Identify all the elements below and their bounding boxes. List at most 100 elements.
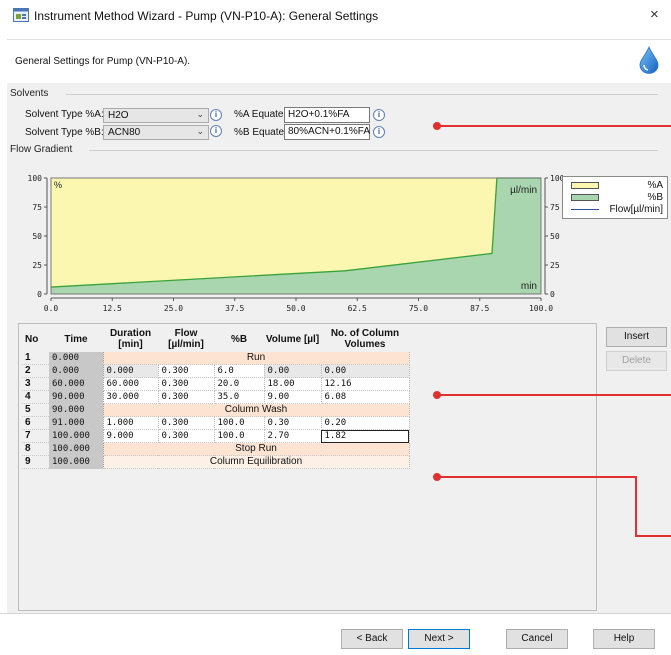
duration-cell[interactable]: 1.000	[103, 416, 159, 430]
legend-label-a: %A	[647, 180, 663, 191]
equate-a-label: %A Equate:	[234, 109, 287, 120]
flow-cell[interactable]: 0.300	[158, 416, 215, 430]
solvents-group-label: Solvents	[10, 88, 53, 99]
gradient-group-divider	[89, 150, 658, 151]
program-grid: No Time Duration [min] Flow [µl/min] %B …	[22, 326, 410, 469]
delete-button[interactable]: Delete	[606, 351, 667, 371]
duration-cell[interactable]: 9.000	[103, 429, 159, 443]
equate-b-label: %B Equate:	[234, 127, 287, 138]
duration-cell[interactable]: 30.000	[103, 390, 159, 404]
x-tick-label: 25.0	[164, 304, 183, 313]
window-title: Instrument Method Wizard - Pump (VN-P10-…	[34, 9, 379, 23]
x-tick-label: 50.0	[286, 304, 305, 313]
flow-cell[interactable]: 0.300	[158, 364, 215, 378]
column-volumes-cell[interactable]: 0.20	[321, 416, 410, 430]
callout-line-solvents	[437, 125, 671, 127]
row-number: 3	[22, 377, 49, 391]
equate-a-field[interactable]: H2O+0.1%FA	[284, 107, 370, 123]
solvent-type-b-select[interactable]: ACN80 ⌄	[103, 125, 209, 140]
callout-line-steps-end	[635, 535, 671, 537]
table-row[interactable]: 1 0.000 Run	[22, 352, 410, 365]
column-volumes-cell-selected[interactable]: 1.82	[321, 429, 410, 443]
gradient-program-table: No Time Duration [min] Flow [µl/min] %B …	[18, 323, 597, 611]
flow-cell[interactable]: 0.300	[158, 377, 215, 391]
flow-gradient-chart: 025507510002550751000.012.525.037.550.06…	[28, 174, 563, 313]
solvent-type-a-label: Solvent Type %A:	[25, 109, 104, 120]
row-number: 2	[22, 364, 49, 378]
table-row[interactable]: 5 90.000 Column Wash	[22, 403, 410, 417]
step-label-cell: Run	[103, 352, 410, 365]
volume-cell: 0.30	[264, 416, 322, 430]
volume-cell: 0.00	[264, 364, 322, 378]
row-number: 4	[22, 390, 49, 404]
solvents-group-divider	[66, 94, 658, 95]
flow-cell[interactable]: 0.300	[158, 390, 215, 404]
table-row[interactable]: 2 0.000 0.000 0.300 6.0 0.00 0.00	[22, 364, 410, 378]
equate-a-info-icon[interactable]: i	[373, 109, 385, 121]
solvent-type-a-select[interactable]: H2O ⌄	[103, 108, 209, 123]
column-header: No. of Column Volumes	[330, 328, 400, 350]
legend-item-flow: Flow[µl/min]	[567, 204, 667, 215]
row-number: 7	[22, 429, 49, 443]
table-row[interactable]: 8 100.000 Stop Run	[22, 442, 410, 456]
solvent-type-b-value: ACN80	[108, 127, 141, 138]
callout-line-table	[437, 394, 671, 396]
solvent-type-a-value: H2O	[108, 110, 129, 121]
duration-cell[interactable]: 60.000	[103, 377, 159, 391]
time-cell: 0.000	[49, 352, 104, 365]
equate-b-info-icon[interactable]: i	[373, 126, 385, 138]
legend-swatch-b	[571, 194, 599, 201]
legend-label-flow: Flow[µl/min]	[609, 204, 663, 215]
back-button[interactable]: < Back	[341, 629, 403, 649]
duration-cell[interactable]: 0.000	[103, 364, 159, 378]
solvent-drop-icon	[639, 46, 659, 74]
percent-b-cell[interactable]: 6.0	[214, 364, 265, 378]
table-row[interactable]: 9 100.000 Column Equilibration	[22, 455, 410, 469]
insert-button[interactable]: Insert	[606, 327, 667, 347]
column-volumes-cell[interactable]: 6.08	[321, 390, 410, 404]
time-cell: 91.000	[49, 416, 104, 430]
help-button[interactable]: Help	[593, 629, 655, 649]
column-volumes-cell[interactable]: 0.00	[321, 364, 410, 378]
time-cell: 0.000	[49, 364, 104, 378]
flow-cell[interactable]: 0.300	[158, 429, 215, 443]
wizard-footer: < Back Next > Cancel Help	[0, 613, 671, 655]
table-row[interactable]: 7 100.000 9.000 0.300 100.0 2.70 1.82	[22, 429, 410, 443]
y-tick-label: 25	[32, 261, 42, 270]
percent-b-cell[interactable]: 100.0	[214, 416, 265, 430]
y-tick-label: 75	[32, 203, 42, 212]
time-cell: 100.000	[49, 429, 104, 443]
solvent-b-info-icon[interactable]: i	[210, 125, 222, 137]
y2-tick-label: 50	[550, 232, 560, 241]
cancel-button[interactable]: Cancel	[506, 629, 568, 649]
table-row[interactable]: 3 60.000 60.000 0.300 20.0 18.00 12.16	[22, 377, 410, 391]
column-header: Volume [µl]	[265, 333, 320, 345]
x-tick-label: 100.0	[529, 304, 553, 313]
column-header: Time	[64, 333, 88, 345]
next-button[interactable]: Next >	[408, 629, 470, 649]
column-header: No	[25, 333, 39, 345]
step-label-cell: Column Equilibration	[103, 455, 410, 469]
right-axis-unit: µl/min	[510, 185, 537, 196]
table-row[interactable]: 4 90.000 30.000 0.300 35.0 9.00 6.08	[22, 390, 410, 404]
time-cell: 100.000	[49, 455, 104, 469]
equate-b-field[interactable]: 80%ACN+0.1%FA	[284, 124, 370, 140]
x-tick-label: 12.5	[103, 304, 122, 313]
close-icon[interactable]: ×	[650, 6, 659, 23]
solvent-type-b-label: Solvent Type %B:	[25, 127, 104, 138]
x-tick-label: 0.0	[44, 304, 59, 313]
table-row[interactable]: 6 91.000 1.000 0.300 100.0 0.30 0.20	[22, 416, 410, 430]
column-volumes-cell[interactable]: 12.16	[321, 377, 410, 391]
percent-b-cell[interactable]: 20.0	[214, 377, 265, 391]
page-description: General Settings for Pump (VN-P10-A).	[15, 56, 191, 67]
solvent-a-info-icon[interactable]: i	[210, 109, 222, 121]
wizard-header: General Settings for Pump (VN-P10-A).	[7, 39, 671, 85]
volume-cell: 18.00	[264, 377, 322, 391]
percent-b-cell[interactable]: 35.0	[214, 390, 265, 404]
chevron-down-icon: ⌄	[196, 109, 204, 119]
percent-b-cell[interactable]: 100.0	[214, 429, 265, 443]
y2-tick-label: 25	[550, 261, 560, 270]
step-label-cell: Column Wash	[103, 403, 410, 417]
time-cell: 100.000	[49, 442, 104, 456]
y-tick-label: 0	[37, 290, 42, 299]
